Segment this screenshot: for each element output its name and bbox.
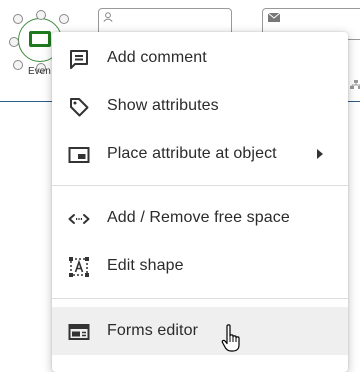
- resize-handle[interactable]: [13, 60, 23, 70]
- connector-line[interactable]: [348, 101, 360, 102]
- resize-handle[interactable]: [36, 10, 46, 20]
- resize-handle[interactable]: [59, 14, 69, 24]
- resize-handle[interactable]: [9, 37, 19, 47]
- context-menu: Add comment Show attributes Place attrib…: [52, 32, 348, 372]
- hierarchy-icon: [350, 80, 360, 89]
- menu-divider: [52, 298, 348, 299]
- forms-editor-icon: [68, 324, 90, 340]
- menu-item-add-remove-free-space[interactable]: Add / Remove free space: [52, 194, 348, 242]
- hand-cursor-icon: [221, 324, 240, 352]
- menu-item-label: Add / Remove free space: [107, 209, 290, 226]
- resize-handle[interactable]: [13, 14, 23, 24]
- submenu-arrow-icon: [317, 149, 323, 159]
- menu-item-edit-shape[interactable]: Edit shape: [52, 242, 348, 290]
- menu-item-place-attribute[interactable]: Place attribute at object: [52, 130, 348, 178]
- menu-item-add-comment[interactable]: Add comment: [52, 34, 348, 82]
- user-icon: [103, 12, 113, 22]
- connector-line[interactable]: [0, 101, 52, 102]
- menu-item-label: Forms editor: [107, 322, 198, 339]
- menu-divider: [52, 185, 348, 186]
- menu-item-show-attributes[interactable]: Show attributes: [52, 82, 348, 130]
- menu-item-forms-editor[interactable]: Forms editor: [52, 307, 348, 355]
- edit-shape-icon: [69, 257, 89, 277]
- mail-icon: [29, 31, 51, 47]
- envelope-icon: [268, 13, 280, 22]
- diagram-canvas[interactable]: Even y Add comment: [0, 0, 360, 372]
- event-label: Even: [28, 66, 51, 77]
- menu-item-label: Place attribute at object: [107, 145, 277, 162]
- picture-in-picture-icon: [68, 147, 90, 163]
- menu-item-label: Edit shape: [107, 257, 184, 274]
- menu-item-label: Add comment: [107, 49, 207, 66]
- tag-icon: [70, 98, 89, 117]
- free-space-icon: [68, 214, 90, 224]
- comment-icon: [70, 50, 88, 69]
- menu-item-label: Show attributes: [107, 97, 219, 114]
